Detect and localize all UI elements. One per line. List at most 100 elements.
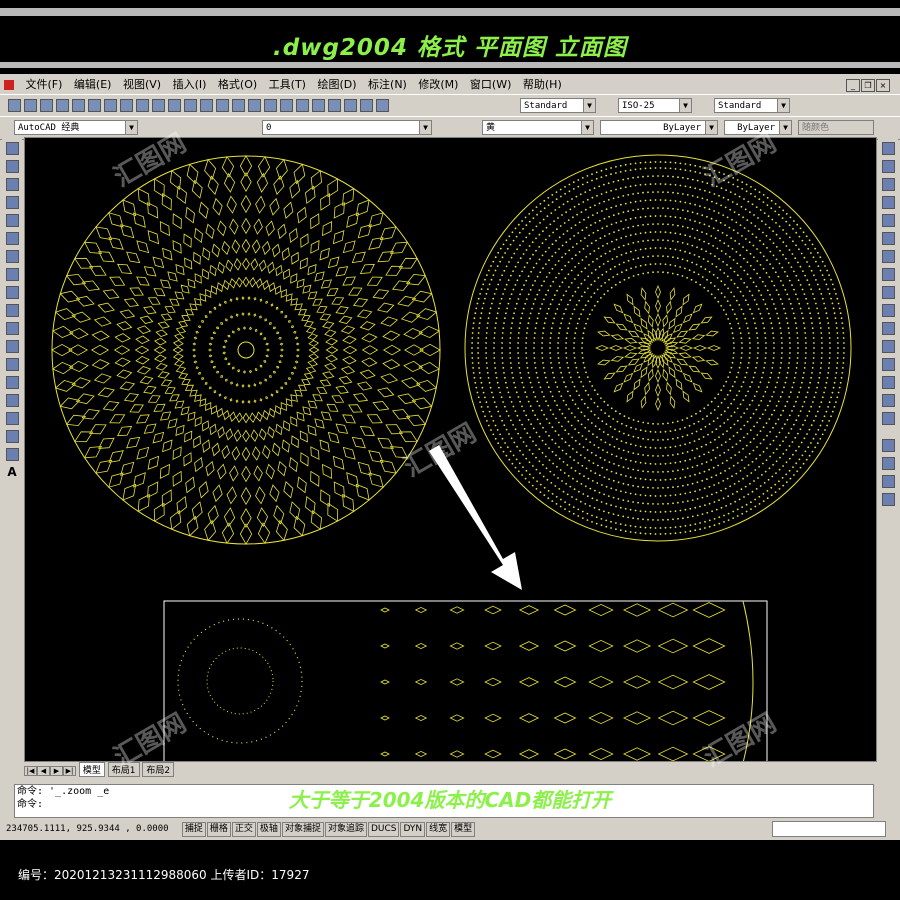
polygon-icon[interactable]	[5, 196, 19, 209]
block-icon[interactable]	[168, 99, 181, 112]
calculator-icon[interactable]	[360, 99, 373, 112]
revcloud-icon[interactable]	[5, 268, 19, 281]
menu-tools[interactable]: 工具(T)	[269, 76, 306, 92]
matchprop-icon[interactable]	[152, 99, 165, 112]
osnap-toggle[interactable]: 对象捕捉	[281, 822, 324, 837]
arc-icon[interactable]	[5, 232, 19, 245]
extend-icon[interactable]	[881, 322, 895, 335]
circle-icon[interactable]	[5, 250, 19, 263]
restore-icon[interactable]: ❐	[861, 79, 875, 92]
linetype-select[interactable]: ByLayer ▼	[600, 120, 718, 135]
ellipse-icon[interactable]	[5, 304, 19, 317]
menu-modify[interactable]: 修改(M)	[418, 76, 458, 92]
construction-line-icon[interactable]	[5, 160, 19, 173]
join-icon[interactable]	[881, 358, 895, 371]
hatch-icon[interactable]	[5, 394, 19, 407]
text-front-icon[interactable]	[881, 493, 895, 506]
stretch-icon[interactable]	[881, 286, 895, 299]
tab-model[interactable]: 模型	[78, 762, 105, 777]
plot-style-select[interactable]: 随颜色	[798, 120, 874, 135]
draworder-icon[interactable]	[881, 439, 895, 452]
menu-format[interactable]: 格式(O)	[218, 76, 257, 92]
trim-icon[interactable]	[881, 304, 895, 317]
redo-icon[interactable]	[200, 99, 213, 112]
table-icon[interactable]	[5, 448, 19, 461]
zoom-window-icon[interactable]	[248, 99, 261, 112]
menu-edit[interactable]: 编辑(E)	[74, 76, 112, 92]
ortho-toggle[interactable]: 正交	[231, 822, 256, 837]
preview-icon[interactable]	[72, 99, 85, 112]
spline-icon[interactable]	[5, 286, 19, 299]
paste-icon[interactable]	[136, 99, 149, 112]
line-icon[interactable]	[5, 142, 19, 155]
chamfer-icon[interactable]	[881, 376, 895, 389]
text-style-select[interactable]: Standard ▼	[520, 98, 596, 113]
command-window[interactable]: 命令: '_.zoom _e 命令:	[14, 784, 874, 818]
rectangle-icon[interactable]	[5, 214, 19, 227]
menu-draw[interactable]: 绘图(D)	[317, 76, 356, 92]
point-icon[interactable]	[5, 376, 19, 389]
zoom-realtime-icon[interactable]	[232, 99, 245, 112]
color-select[interactable]: 黄 ▼	[482, 120, 594, 135]
new-icon[interactable]	[8, 99, 21, 112]
table-style-select[interactable]: Standard ▼	[714, 98, 790, 113]
ducs-toggle[interactable]: DUCS	[367, 822, 400, 837]
open-icon[interactable]	[24, 99, 37, 112]
send-back-icon[interactable]	[881, 475, 895, 488]
tab-nav-next-icon[interactable]: ▶	[50, 766, 63, 776]
undo-icon[interactable]	[184, 99, 197, 112]
polyline-icon[interactable]	[5, 178, 19, 191]
menu-insert[interactable]: 插入(I)	[173, 76, 207, 92]
menu-view[interactable]: 视图(V)	[123, 76, 161, 92]
menu-file[interactable]: 文件(F)	[26, 76, 63, 92]
move-icon[interactable]	[881, 232, 895, 245]
ellipse-arc-icon[interactable]	[5, 322, 19, 335]
tool-palette-icon[interactable]	[312, 99, 325, 112]
design-center-icon[interactable]	[296, 99, 309, 112]
fillet-icon[interactable]	[881, 394, 895, 407]
lineweight-select[interactable]: ByLayer ▼	[724, 120, 792, 135]
bring-front-icon[interactable]	[881, 457, 895, 470]
snap-toggle[interactable]: 捕捉	[181, 822, 206, 837]
layer-select[interactable]: 0 ▼	[262, 120, 432, 135]
command-prompt[interactable]: 命令:	[15, 798, 873, 811]
tab-layout1[interactable]: 布局1	[107, 762, 140, 777]
explode-icon[interactable]	[881, 412, 895, 425]
tab-nav-first-icon[interactable]: |◀	[24, 766, 37, 776]
dyn-toggle[interactable]: DYN	[400, 822, 426, 837]
save-icon[interactable]	[40, 99, 53, 112]
sheet-set-icon[interactable]	[328, 99, 341, 112]
lineweight-toggle[interactable]: 线宽	[426, 822, 451, 837]
menu-help[interactable]: 帮助(H)	[523, 76, 562, 92]
rotate-icon[interactable]	[881, 250, 895, 263]
close-icon[interactable]: ×	[876, 79, 890, 92]
menu-window[interactable]: 窗口(W)	[470, 76, 511, 92]
erase-icon[interactable]	[881, 142, 895, 155]
minimize-icon[interactable]: _	[846, 79, 860, 92]
copy-object-icon[interactable]	[881, 160, 895, 173]
properties-icon[interactable]	[280, 99, 293, 112]
otrack-toggle[interactable]: 对象追踪	[324, 822, 367, 837]
offset-icon[interactable]	[881, 196, 895, 209]
markup-icon[interactable]	[344, 99, 357, 112]
pan-icon[interactable]	[216, 99, 229, 112]
region-icon[interactable]	[5, 430, 19, 443]
make-block-icon[interactable]	[5, 358, 19, 371]
menu-dimension[interactable]: 标注(N)	[368, 76, 407, 92]
model-toggle[interactable]: 模型	[451, 822, 476, 837]
grid-toggle[interactable]: 栅格	[206, 822, 231, 837]
dim-style-select[interactable]: ISO-25 ▼	[618, 98, 692, 113]
array-icon[interactable]	[881, 214, 895, 227]
tab-layout2[interactable]: 布局2	[142, 762, 175, 777]
mtext-icon[interactable]: A	[6, 465, 19, 479]
insert-block-icon[interactable]	[5, 340, 19, 353]
print-icon[interactable]	[56, 99, 69, 112]
break-icon[interactable]	[881, 340, 895, 353]
publish-icon[interactable]	[88, 99, 101, 112]
help-icon[interactable]	[376, 99, 389, 112]
tab-nav-prev-icon[interactable]: ◀	[37, 766, 50, 776]
drawing-area[interactable]	[24, 137, 877, 762]
zoom-previous-icon[interactable]	[264, 99, 277, 112]
copy-icon[interactable]	[120, 99, 133, 112]
workspace-select[interactable]: AutoCAD 经典 ▼	[14, 120, 138, 135]
